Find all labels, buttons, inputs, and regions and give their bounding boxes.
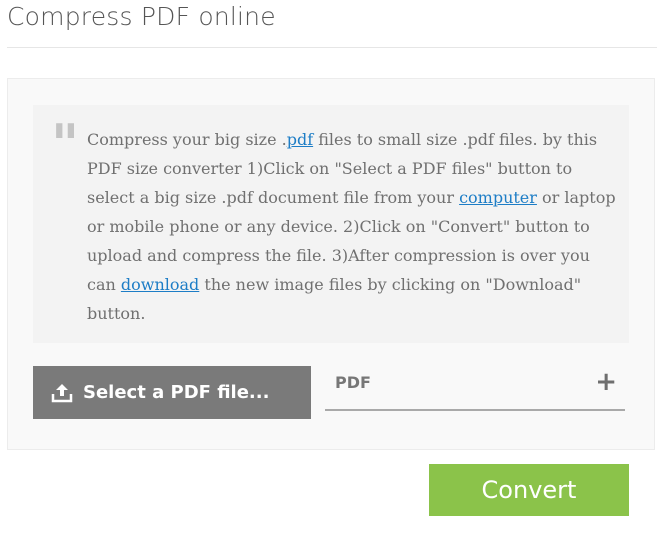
quote-mark-icon: ": [51, 112, 80, 176]
description-box: " Compress your big size .pdf files to s…: [33, 105, 629, 343]
select-pdf-label: Select a PDF file...: [83, 382, 270, 403]
page-title: Compress PDF online: [7, 2, 276, 31]
title-divider: [7, 47, 657, 48]
convert-button[interactable]: Convert: [429, 464, 629, 516]
computer-link[interactable]: computer: [459, 188, 537, 207]
file-name-field[interactable]: PDF +: [325, 365, 625, 411]
file-field-label: PDF: [335, 373, 371, 392]
converter-panel: " Compress your big size .pdf files to s…: [7, 78, 655, 450]
upload-icon: [51, 383, 73, 403]
description-text: Compress your big size .pdf files to sma…: [87, 125, 619, 328]
description-text-part: Compress your big size .: [87, 130, 287, 149]
download-link[interactable]: download: [121, 275, 199, 294]
select-pdf-button[interactable]: Select a PDF file...: [33, 366, 311, 419]
plus-icon[interactable]: +: [595, 367, 617, 397]
pdf-link[interactable]: pdf: [287, 130, 313, 149]
